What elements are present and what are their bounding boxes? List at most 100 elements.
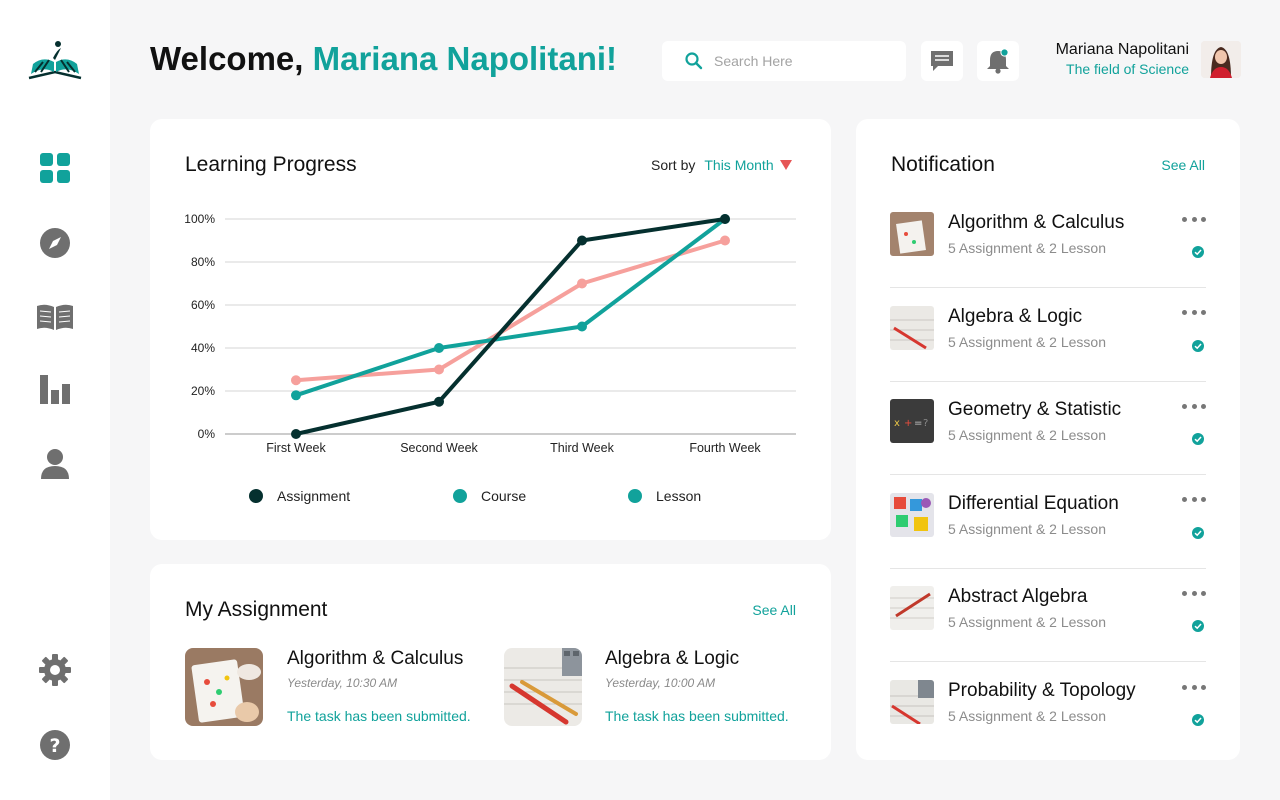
notification-thumbnail [890, 680, 934, 724]
svg-text:?: ? [923, 418, 928, 429]
assignment-thumbnail[interactable] [185, 648, 263, 726]
user-icon[interactable] [35, 443, 75, 483]
legend-label: Assignment [277, 488, 351, 504]
legend-item-course: Course [453, 488, 526, 504]
y-tick-label: 60% [191, 298, 215, 312]
check-circle-icon [1192, 526, 1204, 539]
more-options-icon[interactable] [1182, 681, 1206, 693]
more-options-icon[interactable] [1182, 587, 1206, 599]
assignment-see-all-link[interactable]: See All [752, 602, 796, 618]
check-circle-icon [1192, 246, 1204, 258]
more-options-icon[interactable] [1182, 400, 1206, 412]
notification-item-title: Abstract Algebra [948, 586, 1088, 608]
x-tick-label: Second Week [400, 441, 478, 455]
app-logo[interactable] [25, 38, 85, 84]
notification-card: Notification See All Algorithm & Calculu… [856, 119, 1240, 760]
series-line-course [294, 238, 727, 383]
user-name: Mariana Napolitani [1055, 41, 1189, 58]
welcome-user-name: Mariana Napolitani! [312, 40, 618, 77]
notification-thumbnail [890, 212, 934, 256]
check-circle-icon [1192, 620, 1204, 633]
notification-item-title: Geometry & Statistic [948, 399, 1122, 421]
bell-icon [987, 48, 1009, 74]
assignment-thumbnail[interactable] [504, 648, 582, 726]
notification-item[interactable]: Algorithm & Calculus 5 Assignment & 2 Les… [890, 195, 1206, 288]
series-line-lesson [294, 217, 727, 398]
data-point-course [291, 375, 301, 386]
notification-thumbnail [890, 492, 934, 537]
search-box[interactable] [662, 41, 906, 81]
notification-item[interactable]: Probability & Topology 5 Assignment & 2 L… [890, 663, 1206, 756]
legend-dot [628, 489, 642, 503]
notification-thumbnail: x + =? [890, 399, 934, 444]
notification-item-subtitle: 5 Assignment & 2 Lesson [948, 333, 1106, 350]
grid-icon[interactable] [35, 148, 75, 188]
legend-item-assignment: Assignment [249, 488, 350, 504]
my-assignment-card: My Assignment See All Algorithm & Calcul… [150, 564, 831, 760]
learning-progress-chart: 100% 80% 60% 40% 20% 0% First Week Second Week T… [184, 212, 796, 455]
sidebar: ? [0, 0, 110, 800]
legend-dot [453, 489, 467, 503]
legend-label: Course [481, 488, 527, 504]
more-options-icon[interactable] [1182, 213, 1206, 225]
y-tick-label: 80% [191, 255, 215, 269]
assignment-status: The task has been submitted. [287, 708, 471, 724]
legend-dot [249, 489, 263, 503]
check-circle-icon [1192, 339, 1204, 352]
search-input[interactable] [714, 53, 884, 69]
more-options-icon[interactable] [1182, 494, 1206, 506]
notification-item-subtitle: 5 Assignment & 2 Lesson [948, 520, 1106, 537]
svg-text:+: + [904, 418, 912, 429]
more-options-icon[interactable] [1182, 307, 1206, 319]
notification-item-title: Algorithm & Calculus [948, 212, 1125, 233]
welcome-prefix: Welcome, [150, 40, 304, 77]
assignment-time: Yesterday, 10:30 AM [287, 676, 398, 690]
svg-text:?: ? [49, 735, 60, 757]
assignment-title[interactable]: Algebra & Logic [605, 648, 739, 670]
notification-item[interactable]: x + =? Geometry & Statistic 5 Assignment & 2… [890, 382, 1206, 476]
search-icon [685, 52, 703, 70]
legend-label: Lesson [656, 488, 702, 504]
data-point-assignment [434, 396, 444, 407]
notifications-button[interactable] [977, 41, 1019, 81]
notification-item[interactable]: Abstract Algebra 5 Assignment & 2 Lesson [890, 569, 1206, 663]
x-tick-label: Third Week [550, 441, 614, 455]
compass-icon[interactable] [35, 223, 75, 263]
avatar[interactable] [1201, 41, 1241, 78]
notification-title: Notification [891, 153, 995, 176]
data-point-assignment [577, 235, 587, 246]
learning-progress-card: Learning Progress Sort by This Month 100… [150, 119, 831, 540]
notification-item-title: Differential Equation [948, 492, 1119, 514]
notification-item-title: Probability & Topology [948, 680, 1136, 701]
y-tick-label: 0% [198, 427, 216, 441]
notification-thumbnail [890, 305, 934, 350]
notification-item[interactable]: Differential Equation 5 Assignment & 2 Le… [890, 476, 1206, 569]
book-icon[interactable] [35, 297, 75, 337]
assignment-time: Yesterday, 10:00 AM [605, 676, 716, 690]
data-point-assignment [720, 214, 730, 224]
data-point-assignment [291, 429, 301, 439]
bar-chart-icon[interactable] [35, 369, 75, 409]
y-tick-label: 40% [191, 341, 215, 355]
legend-item-lesson: Lesson [628, 488, 701, 504]
notification-item-title: Algebra & Logic [948, 305, 1083, 327]
check-circle-icon [1192, 714, 1204, 726]
help-icon[interactable]: ? [35, 725, 75, 765]
svg-text:=: = [914, 418, 922, 429]
messages-button[interactable] [921, 41, 963, 81]
notification-see-all-link[interactable]: See All [1161, 157, 1205, 173]
data-point-course [577, 278, 587, 289]
user-field: The field of Science [1066, 61, 1189, 77]
assignment-status: The task has been submitted. [605, 708, 789, 724]
message-icon [931, 51, 953, 71]
check-circle-icon [1192, 433, 1204, 446]
y-tick-label: 20% [191, 384, 215, 398]
notification-item[interactable]: Algebra & Logic 5 Assignment & 2 Lesson [890, 289, 1206, 382]
notification-item-subtitle: 5 Assignment & 2 Lesson [948, 708, 1106, 724]
gear-icon[interactable] [35, 650, 75, 690]
assignment-title[interactable]: Algorithm & Calculus [287, 648, 463, 670]
data-point-lesson [291, 390, 301, 401]
notification-thumbnail [890, 586, 934, 631]
x-tick-label: Fourth Week [689, 441, 761, 455]
notification-item-subtitle: 5 Assignment & 2 Lesson [948, 240, 1106, 256]
